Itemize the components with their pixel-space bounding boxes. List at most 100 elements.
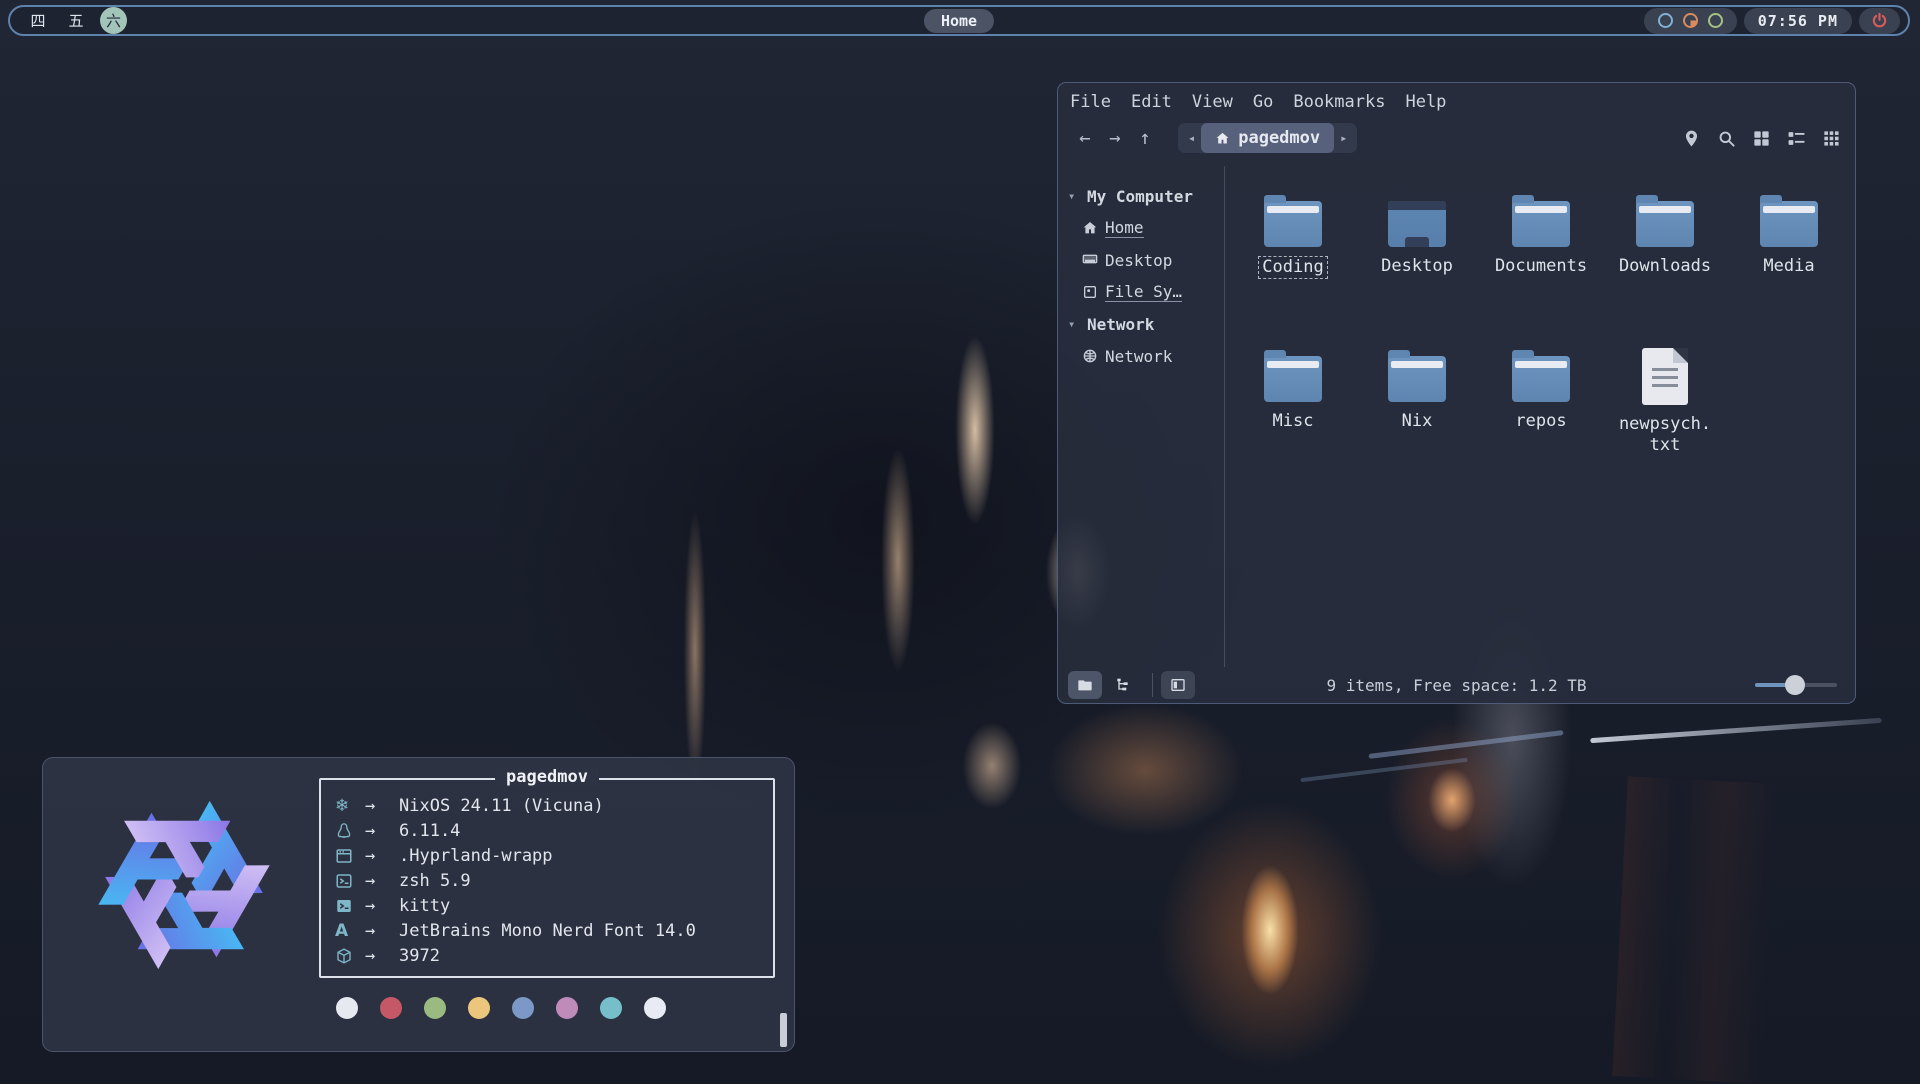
breadcrumb-home[interactable]: pagedmov — [1201, 123, 1334, 153]
arrow-icon: → — [361, 871, 399, 891]
font-row: A → JetBrains Mono Nerd Font 14.0 — [335, 918, 757, 943]
folder-icon — [1388, 356, 1446, 402]
chevron-down-icon[interactable]: ▾ — [1068, 189, 1080, 203]
nixos-icon: ❄ — [335, 796, 361, 816]
path-scroll-left-icon[interactable]: ◂ — [1182, 131, 1201, 145]
tray-circle-orange-icon[interactable] — [1683, 13, 1698, 28]
workspace-4[interactable]: 四 — [24, 9, 52, 33]
active-window-title: Home — [924, 9, 994, 33]
zoom-slider[interactable] — [1755, 675, 1837, 695]
search-button[interactable] — [1717, 129, 1736, 148]
workspace-switcher: 四 五 六 — [24, 7, 127, 34]
path-bar: ◂ pagedmov ▸ — [1178, 123, 1357, 153]
tree-pane-button[interactable] — [1106, 671, 1140, 699]
slider-thumb[interactable] — [1785, 675, 1805, 695]
file-tile-newpsych-txt[interactable]: newpsych.txt — [1603, 346, 1727, 456]
folder-icon — [1760, 201, 1818, 247]
arrow-icon: → — [361, 921, 399, 941]
workspace-5[interactable]: 五 — [62, 9, 90, 33]
file-tile-media[interactable]: Media — [1727, 191, 1851, 279]
statusbar-divider — [1152, 673, 1153, 697]
folder-icon — [1636, 201, 1694, 247]
palette-dot — [644, 997, 666, 1019]
kernel-row: → 6.11.4 — [335, 818, 757, 843]
menu-help[interactable]: Help — [1405, 92, 1446, 112]
shell-icon — [335, 872, 361, 890]
workspace-6-active[interactable]: 六 — [100, 7, 127, 34]
path-scroll-right-icon[interactable]: ▸ — [1334, 131, 1353, 145]
shell-row: → zsh 5.9 — [335, 868, 757, 893]
packages-icon — [335, 947, 361, 965]
icon-view-button[interactable] — [1752, 129, 1771, 148]
file-manager-window: File Edit View Go Bookmarks Help ← → ↑ ◂… — [1057, 82, 1856, 704]
tray-circle-blue-icon[interactable] — [1658, 13, 1673, 28]
home-icon — [1082, 220, 1098, 236]
file-manager-body: ▾ My Computer Home Desktop File Sy… — [1058, 166, 1855, 667]
arrow-icon: → — [361, 821, 399, 841]
plank-glow — [1612, 776, 1777, 1083]
light-streak — [1300, 758, 1467, 782]
menu-bar: File Edit View Go Bookmarks Help — [1058, 83, 1855, 118]
side-pane-toggle-button[interactable] — [1161, 671, 1195, 699]
power-button[interactable] — [1859, 8, 1900, 34]
location-pin-button[interactable] — [1682, 129, 1701, 148]
sidebar-item-network[interactable]: Network — [1058, 340, 1224, 372]
sidebar-separator — [1224, 166, 1225, 667]
menu-go[interactable]: Go — [1253, 92, 1273, 112]
arrow-icon: → — [361, 946, 399, 966]
globe-icon — [1082, 348, 1098, 364]
desktop-folder-icon — [1388, 201, 1446, 247]
chevron-down-icon[interactable]: ▾ — [1068, 317, 1080, 331]
arrow-icon: → — [361, 846, 399, 866]
palette-dot — [336, 997, 358, 1019]
palette-dot — [556, 997, 578, 1019]
sidebar-item-desktop[interactable]: Desktop — [1058, 244, 1224, 276]
sidebar-item-home[interactable]: Home — [1058, 212, 1224, 244]
places-pane-button[interactable] — [1068, 671, 1102, 699]
sidebar-section-network[interactable]: ▾ Network — [1058, 308, 1224, 340]
folder-icon — [1512, 356, 1570, 402]
up-button[interactable]: ↑ — [1130, 127, 1160, 149]
power-icon — [1871, 12, 1888, 29]
font-icon: A — [335, 921, 361, 941]
file-tile-repos[interactable]: repos — [1479, 346, 1603, 456]
file-tile-misc[interactable]: Misc — [1231, 346, 1355, 456]
menu-file[interactable]: File — [1070, 92, 1111, 112]
menu-edit[interactable]: Edit — [1131, 92, 1172, 112]
menu-bookmarks[interactable]: Bookmarks — [1293, 92, 1385, 112]
linux-kernel-icon — [335, 822, 361, 840]
arrow-icon: → — [361, 896, 399, 916]
compact-view-button[interactable] — [1822, 129, 1841, 148]
os-row: ❄ → NixOS 24.11 (Vicuna) — [335, 793, 757, 818]
palette-dot — [512, 997, 534, 1019]
file-tile-nix[interactable]: Nix — [1355, 346, 1479, 456]
sidebar-section-my-computer[interactable]: ▾ My Computer — [1058, 180, 1224, 212]
file-tile-desktop[interactable]: Desktop — [1355, 191, 1479, 279]
tray-circle-green-icon[interactable] — [1708, 13, 1723, 28]
menu-view[interactable]: View — [1192, 92, 1233, 112]
clock-module: 07:56 PM — [1744, 8, 1852, 34]
file-tile-documents[interactable]: Documents — [1479, 191, 1603, 279]
palette-dot — [424, 997, 446, 1019]
file-tile-downloads[interactable]: Downloads — [1603, 191, 1727, 279]
status-bar: 9 items, Free space: 1.2 TB — [1058, 667, 1855, 703]
forward-button[interactable]: → — [1100, 127, 1130, 149]
breadcrumb-label: pagedmov — [1238, 128, 1320, 148]
fastfetch-info-box: pagedmov ❄ → NixOS 24.11 (Vicuna) → 6.11… — [319, 778, 775, 978]
terminal-scrollbar[interactable] — [780, 1013, 787, 1047]
file-tile-coding[interactable]: Coding — [1231, 191, 1355, 279]
back-button[interactable]: ← — [1070, 127, 1100, 149]
top-bar: 四 五 六 Home 07:56 PM — [8, 5, 1910, 36]
terminal-color-palette — [336, 997, 666, 1019]
toolbar-view-controls — [1682, 129, 1841, 148]
sidebar-item-file-system[interactable]: File Sy… — [1058, 276, 1224, 308]
detailed-list-view-button[interactable] — [1787, 129, 1806, 148]
filesystem-disk-icon — [1082, 284, 1098, 300]
text-file-icon — [1642, 348, 1688, 405]
folder-icon — [1512, 201, 1570, 247]
places-sidebar: ▾ My Computer Home Desktop File Sy… — [1058, 166, 1224, 667]
palette-dot — [468, 997, 490, 1019]
hostname-title: pagedmov — [495, 767, 599, 787]
desktop-icon — [1082, 252, 1098, 268]
status-text: 9 items, Free space: 1.2 TB — [1326, 676, 1586, 695]
